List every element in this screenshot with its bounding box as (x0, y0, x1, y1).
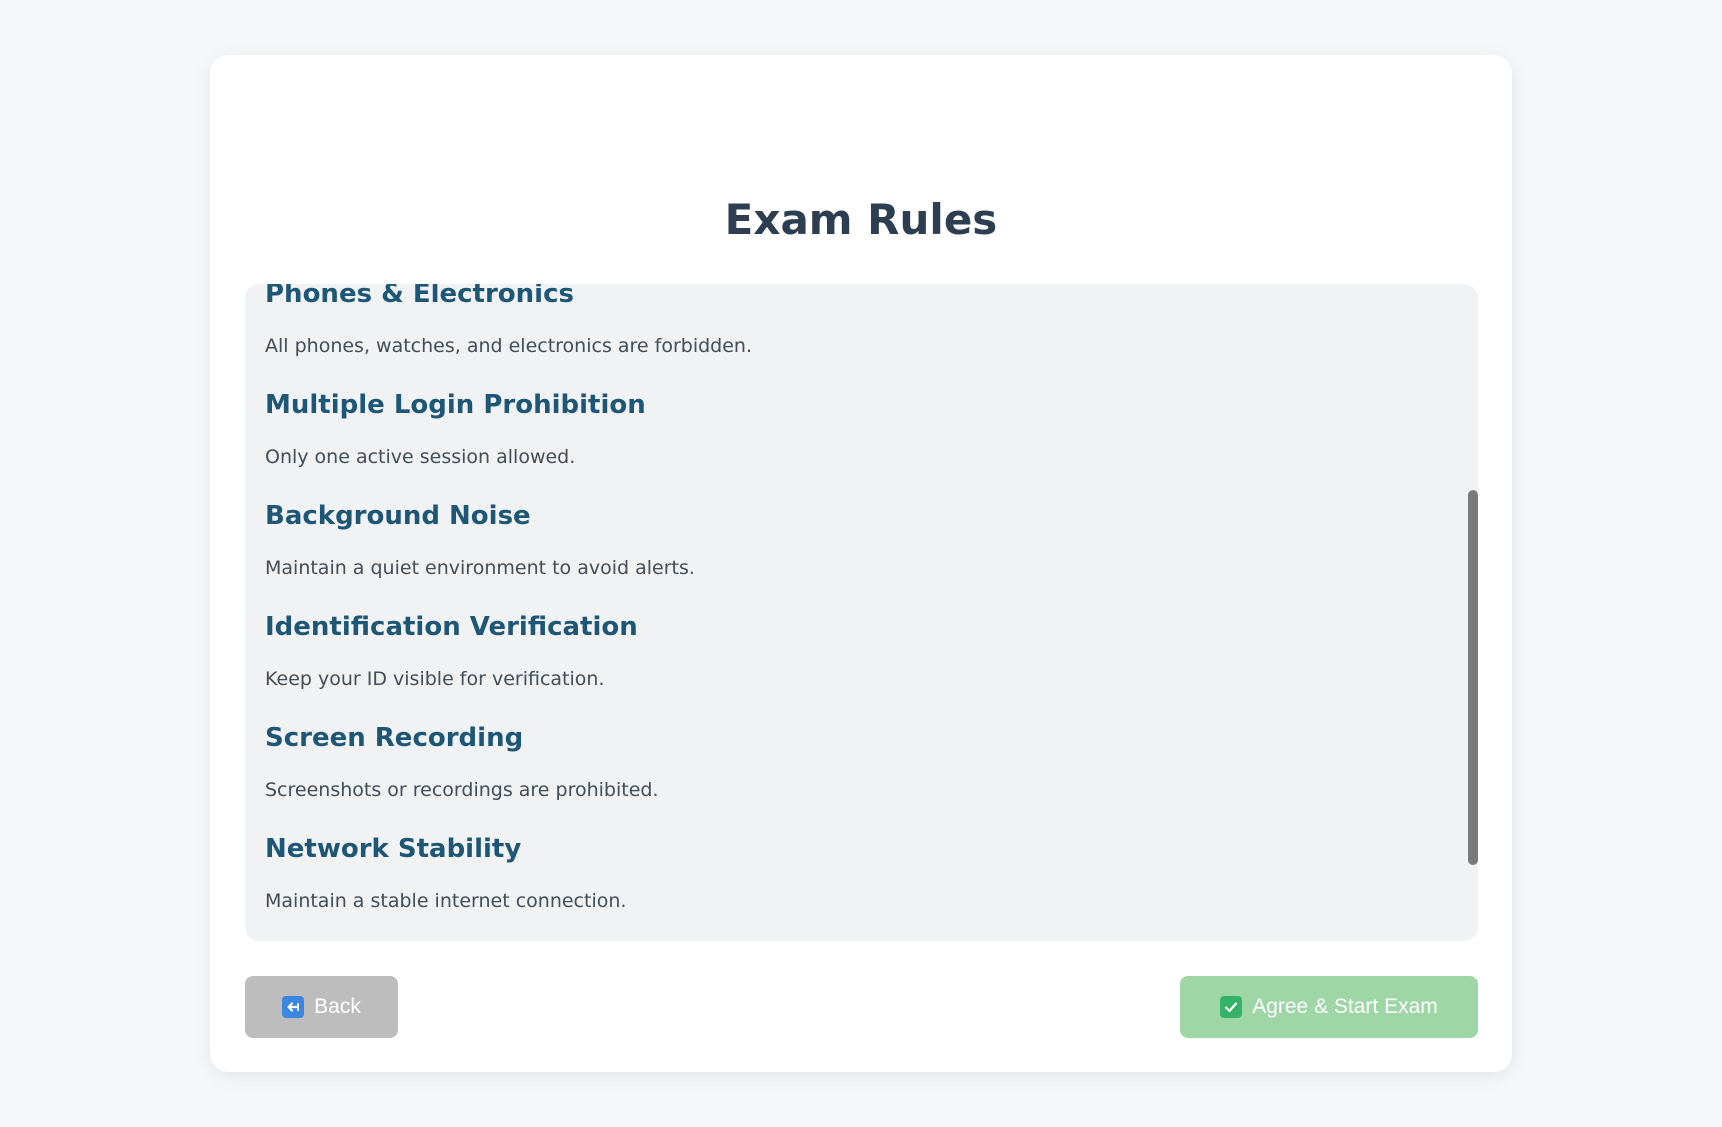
rule-description: Maintain a stable internet connection. (265, 890, 627, 912)
back-button-label: Back (314, 995, 361, 1018)
rule-item: Phones & Electronics All phones, watches… (265, 284, 1448, 390)
rule-title: Network Stability (265, 834, 522, 864)
rule-title: Background Noise (265, 501, 531, 531)
rule-description: Keep your ID visible for verification. (265, 668, 605, 690)
rule-item: Screen Recording Screenshots or recordin… (265, 723, 1448, 834)
scrollbar-thumb[interactable] (1468, 490, 1478, 865)
rule-title: Screen Recording (265, 723, 524, 753)
rule-item: Network Stability Maintain a stable inte… (265, 834, 1448, 941)
rule-item: Multiple Login Prohibition Only one acti… (265, 390, 1448, 501)
rule-item: Background Noise Maintain a quiet enviro… (265, 501, 1448, 612)
rule-description: Only one active session allowed. (265, 446, 576, 468)
rule-description: Screenshots or recordings are prohibited… (265, 779, 659, 801)
scrollbar[interactable] (1462, 284, 1478, 941)
rule-description: Maintain a quiet environment to avoid al… (265, 557, 695, 579)
page-title: Exam Rules (724, 195, 998, 244)
rule-description: All phones, watches, and electronics are… (265, 335, 753, 357)
agree-start-exam-button[interactable]: Agree & Start Exam (1180, 976, 1478, 1038)
rule-title: Identification Verification (265, 612, 638, 642)
agree-start-exam-label: Agree & Start Exam (1252, 995, 1438, 1018)
rule-title: Phones & Electronics (265, 284, 574, 309)
back-arrow-icon (282, 996, 305, 1018)
rule-item: Identification Verification Keep your ID… (265, 612, 1448, 723)
back-button[interactable]: Back (245, 976, 398, 1038)
rules-list: Phones & Electronics All phones, watches… (265, 284, 1448, 941)
exam-rules-card: Exam Rules Phones & Electronics All phon… (210, 55, 1512, 1072)
rule-title: Multiple Login Prohibition (265, 390, 646, 420)
checkmark-icon (1220, 996, 1243, 1018)
rules-list-panel[interactable]: Phones & Electronics All phones, watches… (245, 284, 1478, 941)
